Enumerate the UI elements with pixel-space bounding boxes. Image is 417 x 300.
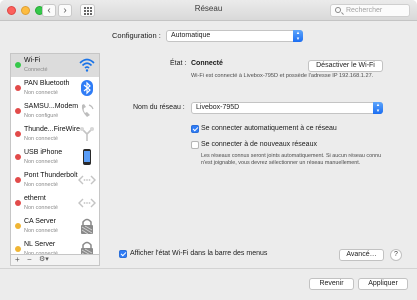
status-dot: [15, 62, 21, 68]
service-name: SAMSU...Modem: [24, 103, 79, 110]
ethernet-icon: [78, 198, 96, 208]
service-status: Non connecté: [24, 228, 58, 234]
configuration-select[interactable]: Automatique ▴ ▾: [166, 30, 303, 42]
auto-join-label: Se connecter automatiquement à ce réseau: [201, 125, 337, 132]
status-dot: [15, 223, 21, 229]
network-name-label: Nom du réseau :: [133, 104, 185, 111]
footer-divider: [0, 268, 417, 269]
service-status: Non connecté: [24, 136, 58, 142]
network-name-value: Livebox-795D: [196, 104, 240, 111]
apply-button[interactable]: Appliquer: [358, 278, 408, 290]
configuration-label: Configuration :: [112, 31, 161, 40]
service-name: Pont Thunderbolt: [24, 172, 78, 179]
status-dot: [15, 154, 21, 160]
bluetooth-icon: [81, 80, 93, 96]
services-toolbar: + − ⚙︎▾: [10, 254, 100, 266]
status-dot: [15, 200, 21, 206]
search-placeholder: Rechercher: [346, 7, 383, 14]
service-status: Non connecté: [24, 90, 58, 96]
status-dot: [15, 131, 21, 137]
status-description: Wi-Fi est connecté à Livebox-795D et pos…: [191, 73, 374, 79]
auto-join-checkbox[interactable]: [191, 125, 199, 133]
status-dot: [15, 177, 21, 183]
service-item-ca-server[interactable]: CA Server Non connecté: [11, 215, 99, 238]
service-name: CA Server: [24, 218, 56, 225]
service-item-ethernet[interactable]: ethernt Non connecté: [11, 192, 99, 215]
help-button[interactable]: ?: [390, 249, 402, 261]
vpn-lock-icon: [81, 218, 93, 235]
service-status: Connecté: [24, 67, 48, 73]
ask-new-networks-checkbox[interactable]: [191, 141, 199, 149]
wifi-icon: [79, 58, 95, 72]
services-list: Wi-Fi Connecté PAN Bluetooth Non connect…: [10, 53, 100, 265]
service-name: ethernt: [24, 195, 46, 202]
status-dot: [15, 246, 21, 252]
service-name: Wi-Fi: [24, 57, 41, 64]
show-wifi-status-checkbox[interactable]: [119, 250, 127, 258]
service-item-wifi[interactable]: Wi-Fi Connecté: [11, 54, 99, 77]
configuration-value: Automatique: [171, 32, 211, 39]
service-name: USB iPhone: [24, 149, 63, 156]
service-item-usb-iphone[interactable]: USB iPhone Non connecté: [11, 146, 99, 169]
status-label: État :: [170, 60, 187, 67]
service-name: PAN Bluetooth: [24, 80, 70, 87]
disable-wifi-button[interactable]: Désactiver le Wi-Fi: [308, 60, 383, 72]
service-status: Non connecté: [24, 159, 58, 165]
service-status: Non connecté: [24, 205, 58, 211]
ask-new-networks-description: Les réseaux connus seront joints automat…: [201, 153, 382, 167]
service-item-pan-bluetooth[interactable]: PAN Bluetooth Non connecté: [11, 77, 99, 100]
chevron-updown-icon: ▴ ▾: [373, 102, 383, 114]
service-item-thunderbolt-firewire[interactable]: Thunde...FireWire Non connecté: [11, 123, 99, 146]
chevron-updown-icon: ▴ ▾: [293, 30, 303, 42]
network-preferences-window: ‹ › Réseau Rechercher Configuration : Au…: [0, 0, 417, 300]
service-name: NL Server: [24, 241, 56, 248]
service-item-samsung-modem[interactable]: SAMSU...Modem Non configuré: [11, 100, 99, 123]
remove-service-button[interactable]: −: [27, 255, 32, 265]
service-status: Non configuré: [24, 113, 59, 119]
revert-button[interactable]: Revenir: [309, 278, 354, 290]
service-name: Thunde...FireWire: [24, 126, 81, 133]
advanced-button[interactable]: Avancé…: [339, 249, 384, 261]
network-name-select[interactable]: Livebox-795D ▴ ▾: [191, 102, 383, 114]
phone-modem-icon: [81, 104, 94, 117]
status-dot: [15, 108, 21, 114]
ethernet-bridge-icon: [78, 175, 96, 185]
title-bar: ‹ › Réseau Rechercher: [0, 0, 417, 21]
status-dot: [15, 85, 21, 91]
ask-new-networks-label: Se connecter à de nouveaux réseaux: [201, 141, 317, 148]
show-wifi-status-label: Afficher l'état Wi-Fi dans la barre des …: [130, 250, 268, 257]
search-icon: [335, 7, 341, 13]
service-status: Non connecté: [24, 182, 58, 188]
firewire-icon: [80, 127, 94, 141]
iphone-icon: [83, 149, 91, 165]
add-service-button[interactable]: +: [15, 255, 20, 265]
service-item-pont-thunderbolt[interactable]: Pont Thunderbolt Non connecté: [11, 169, 99, 192]
status-value: Connecté: [191, 60, 223, 67]
actions-menu-button[interactable]: ⚙︎▾: [39, 255, 49, 265]
search-field[interactable]: Rechercher: [330, 4, 410, 17]
